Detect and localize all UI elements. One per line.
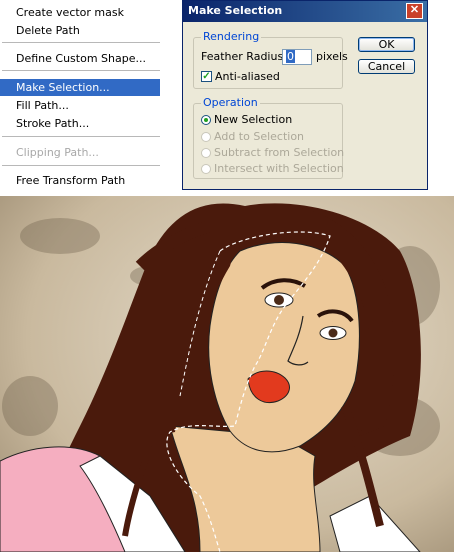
menu-item-create-vector-mask[interactable]: Create vector mask: [0, 4, 160, 21]
anti-aliased-checkbox[interactable]: ✓: [201, 71, 212, 82]
make-selection-dialog: Make Selection ✕ Rendering Feather Radiu…: [182, 0, 428, 190]
menu-item-define-custom-shape[interactable]: Define Custom Shape...: [0, 50, 160, 67]
feather-radius-input[interactable]: 0: [282, 49, 312, 65]
menu-item-clipping-path: Clipping Path...: [16, 146, 99, 159]
close-icon[interactable]: ✕: [406, 3, 423, 19]
feather-radius-value: 0: [286, 50, 295, 63]
add-to-selection-label: Add to Selection: [214, 130, 305, 143]
intersect-with-selection-label: Intersect with Selection: [214, 162, 344, 175]
feather-unit-label: pixels: [316, 50, 348, 63]
menu-item-delete-path[interactable]: Delete Path: [0, 22, 160, 39]
canvas-illustration: [0, 196, 454, 552]
anti-aliased-label: Anti-aliased: [215, 70, 280, 83]
menu-item-fill-path[interactable]: Fill Path...: [0, 97, 160, 114]
subtract-from-selection-radio: [201, 148, 211, 158]
operation-group: Operation New Selection Add to Selection…: [193, 96, 345, 179]
menu-item-make-selection[interactable]: Make Selection...: [0, 79, 160, 96]
path-context-menu: Create vector mask Delete Path Define Cu…: [0, 0, 166, 194]
menu-separator: [2, 70, 160, 71]
new-selection-radio[interactable]: [201, 115, 211, 125]
subtract-from-selection-label: Subtract from Selection: [214, 146, 345, 159]
new-selection-label: New Selection: [214, 113, 293, 126]
dialog-title: Make Selection: [188, 4, 283, 17]
intersect-with-selection-radio: [201, 164, 211, 174]
feather-radius-label: Feather Radius:: [201, 50, 287, 63]
operation-legend: Operation: [201, 96, 260, 109]
cancel-button[interactable]: Cancel: [358, 59, 415, 74]
rendering-legend: Rendering: [201, 30, 262, 43]
rendering-group: Rendering Feather Radius: 0 pixels ✓ Ant…: [193, 30, 348, 89]
menu-item-free-transform-path[interactable]: Free Transform Path: [0, 172, 160, 189]
menu-separator: [2, 136, 160, 137]
left-iris: [274, 295, 284, 305]
ok-button[interactable]: OK: [358, 37, 415, 52]
menu-separator: [2, 42, 160, 43]
add-to-selection-radio: [201, 132, 211, 142]
menu-item-stroke-path[interactable]: Stroke Path...: [0, 115, 160, 132]
menu-separator: [2, 165, 160, 166]
right-iris: [328, 328, 338, 338]
dialog-title-bar[interactable]: Make Selection ✕: [183, 1, 427, 22]
